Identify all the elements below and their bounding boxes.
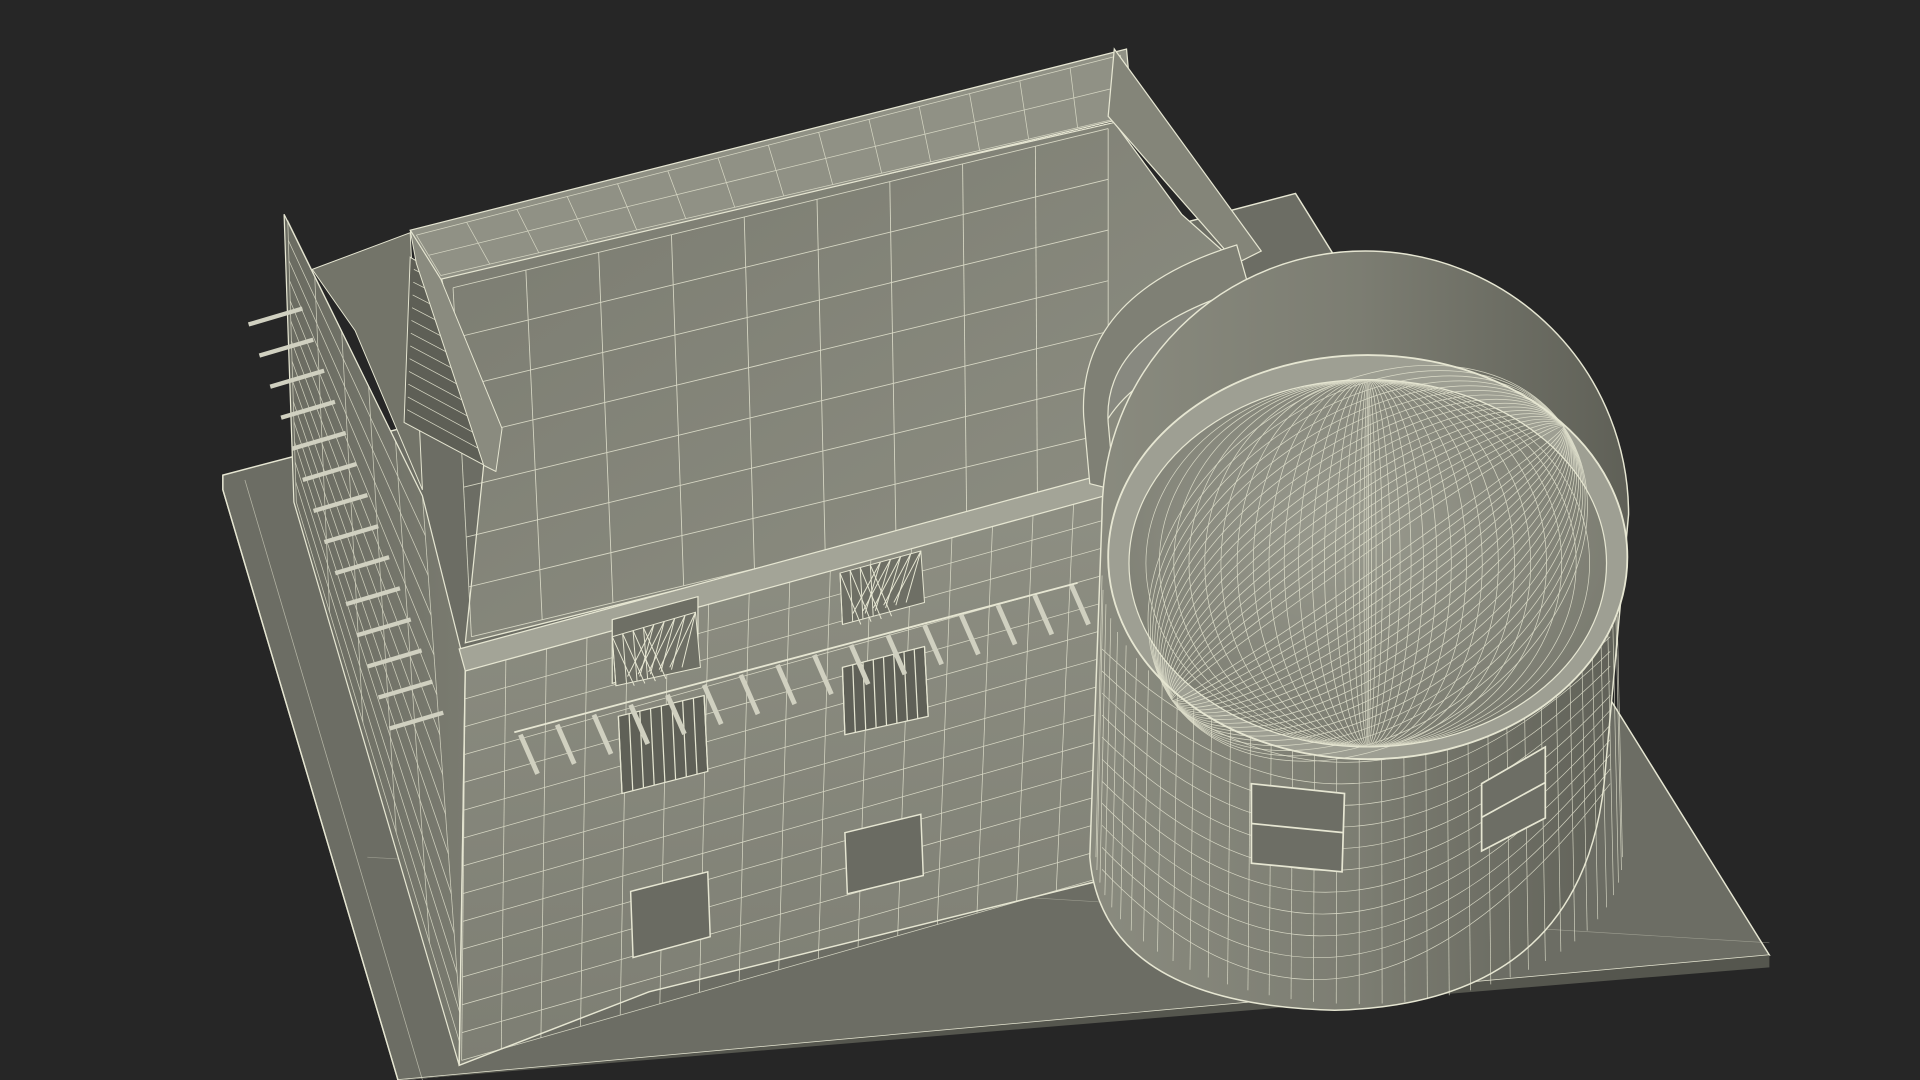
dome-top: [1128, 378, 1608, 748]
3d-viewport[interactable]: [0, 0, 1920, 1080]
wireframe-scene: [222, 47, 1771, 1080]
